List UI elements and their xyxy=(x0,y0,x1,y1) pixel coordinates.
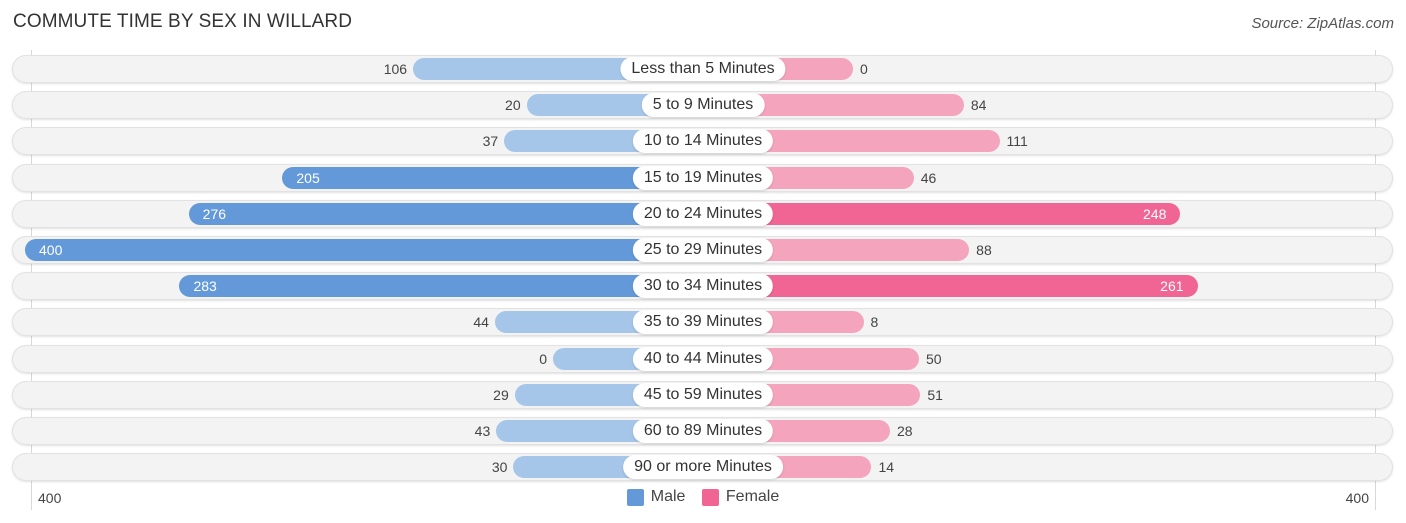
legend-item-male: Male xyxy=(626,488,686,506)
male-value-label: 0 xyxy=(539,350,547,367)
legend-label-male: Male xyxy=(650,488,686,505)
female-value-label: 111 xyxy=(1006,133,1028,150)
legend-label-female: Female xyxy=(725,488,780,505)
legend-item-female: Female xyxy=(701,488,780,506)
female-bar xyxy=(703,275,1198,298)
category-label: 10 to 14 Minutes xyxy=(632,129,774,154)
category-label: 15 to 19 Minutes xyxy=(632,165,774,190)
category-label: 40 to 44 Minutes xyxy=(632,346,774,371)
female-bar xyxy=(703,202,1181,225)
female-value-label: 88 xyxy=(976,242,992,258)
male-value-label: 276 xyxy=(202,205,227,222)
male-value-label: 205 xyxy=(296,169,320,186)
female-value-label: 84 xyxy=(970,97,987,114)
male-value-label: 37 xyxy=(482,133,499,150)
female-value-label: 14 xyxy=(878,459,895,476)
male-value-label: 400 xyxy=(39,242,63,258)
category-label: 35 to 39 Minutes xyxy=(632,310,774,335)
male-bar xyxy=(179,275,703,298)
legend-swatch-male xyxy=(626,488,644,506)
female-value-label: 248 xyxy=(1143,205,1167,222)
category-label: 60 to 89 Minutes xyxy=(632,419,774,443)
male-value-label: 283 xyxy=(193,278,217,295)
female-value-label: 51 xyxy=(927,386,943,403)
female-value-label: 46 xyxy=(920,169,937,186)
male-value-label: 30 xyxy=(491,459,508,476)
legend-swatch-female xyxy=(701,488,719,506)
female-value-label: 261 xyxy=(1160,278,1184,295)
male-value-label: 106 xyxy=(383,61,408,77)
male-value-label: 29 xyxy=(493,386,509,403)
female-value-label: 50 xyxy=(926,350,942,367)
category-label: 30 to 34 Minutes xyxy=(632,274,774,299)
female-value-label: 0 xyxy=(860,61,868,77)
source-label: Source: ZipAtlas.com xyxy=(1251,15,1394,32)
male-value-label: 43 xyxy=(474,423,491,439)
female-value-label: 8 xyxy=(870,314,879,331)
category-label: 45 to 59 Minutes xyxy=(632,382,774,407)
legend: Male Female xyxy=(0,488,1406,511)
category-label: Less than 5 Minutes xyxy=(620,57,786,81)
male-bar xyxy=(25,239,703,261)
category-label: 25 to 29 Minutes xyxy=(632,238,774,262)
male-value-label: 20 xyxy=(505,97,521,114)
chart-title: COMMUTE TIME BY SEX IN WILLARD xyxy=(13,11,353,32)
category-label: 20 to 24 Minutes xyxy=(632,201,774,226)
male-bar xyxy=(188,202,703,225)
male-value-label: 44 xyxy=(473,314,489,331)
category-label: 90 or more Minutes xyxy=(623,455,783,480)
category-label: 5 to 9 Minutes xyxy=(641,93,765,118)
female-value-label: 28 xyxy=(896,423,913,439)
